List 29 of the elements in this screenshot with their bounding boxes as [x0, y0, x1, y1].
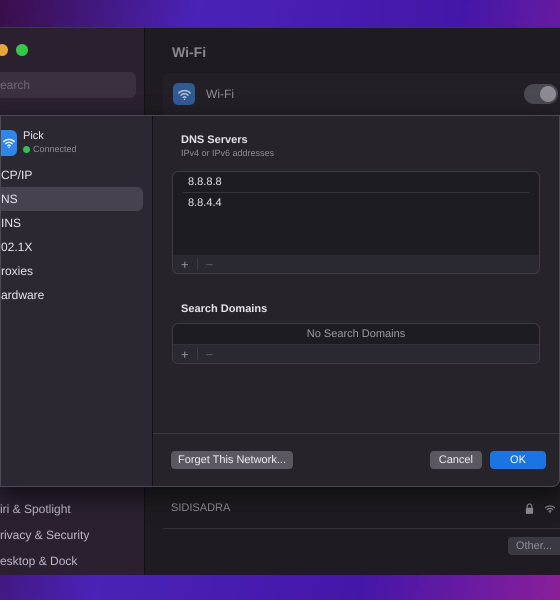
- add-button[interactable]: +: [177, 348, 193, 360]
- add-button[interactable]: +: [177, 258, 193, 270]
- network-row[interactable]: SIDISADRA: [163, 489, 560, 529]
- sidebar-tab[interactable]: CP/IP: [1, 162, 143, 186]
- sidebar-item[interactable]: iri & Spotlight: [0, 496, 144, 522]
- section-title: DNS Servers: [181, 134, 249, 147]
- sidebar-tab[interactable]: ardware: [1, 282, 143, 306]
- sidebar-tab[interactable]: INS: [1, 210, 143, 234]
- sidebar-item[interactable]: rivacy & Security: [0, 522, 144, 548]
- window-title: Wi-Fi: [172, 43, 208, 60]
- zoom-light-icon[interactable]: [16, 44, 28, 56]
- sidebar-tab[interactable]: 02.1X: [1, 234, 143, 258]
- section-subtitle: IPv4 or IPv6 addresses: [181, 147, 276, 159]
- wifi-signal-icon: [544, 502, 556, 514]
- forget-network-button[interactable]: Forget This Network...: [171, 451, 293, 469]
- network-status: Connected: [33, 143, 77, 156]
- network-name: SIDISADRA: [171, 501, 232, 516]
- section-title: Search Domains: [181, 303, 268, 316]
- wifi-toggle[interactable]: [524, 84, 558, 104]
- sidebar-tab[interactable]: roxies: [1, 258, 143, 282]
- dns-entry[interactable]: 8.8.4.4: [183, 193, 529, 214]
- dns-entry[interactable]: 8.8.8.8: [183, 172, 529, 193]
- ok-button[interactable]: OK: [490, 451, 546, 469]
- wifi-glyph-icon: [2, 136, 16, 150]
- sidebar-tab[interactable]: NS: [1, 186, 143, 210]
- sidebar-item[interactable]: esktop & Dock: [0, 548, 144, 574]
- wifi-label: Wi-Fi: [206, 86, 235, 103]
- network-name: Pick: [23, 130, 45, 143]
- cancel-button[interactable]: Cancel: [430, 451, 482, 469]
